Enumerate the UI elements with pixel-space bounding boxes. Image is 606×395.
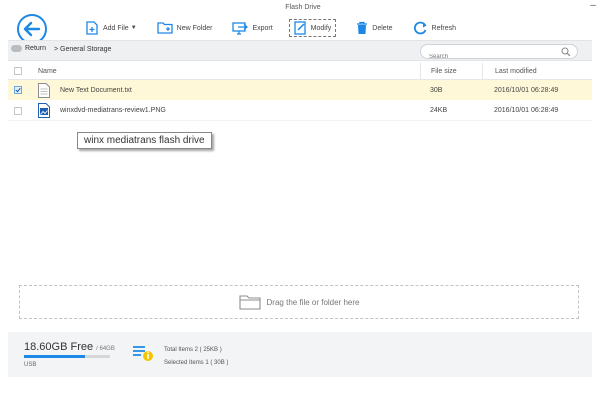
row-check-cell xyxy=(8,101,28,120)
refresh-label: Refresh xyxy=(431,24,457,32)
toolbar: Add File ▼ New Folder Export Modify Dele… xyxy=(86,17,476,39)
list-header: Name File size Last modified xyxy=(8,63,592,80)
row-checkbox[interactable] xyxy=(14,106,22,115)
return-label: Return xyxy=(25,45,47,52)
search-icon[interactable] xyxy=(561,47,571,57)
table-row[interactable]: winxdvd-mediatrans-review1.PNG 24KB 2016… xyxy=(8,101,592,121)
trash-icon xyxy=(357,21,368,34)
refresh-button[interactable]: Refresh xyxy=(413,21,457,35)
breadcrumb[interactable]: > General Storage xyxy=(54,46,111,53)
tooltip: winx mediatrans flash drive xyxy=(77,132,212,149)
select-all-cell xyxy=(8,63,28,79)
modify-button[interactable]: Modify xyxy=(288,19,337,37)
window-title: Flash Drive xyxy=(285,4,321,11)
arrow-left-icon xyxy=(23,21,41,37)
image-file-icon xyxy=(38,103,50,118)
status-bar: 18.60GB Free / 64GB USB Total Items 2 ( … xyxy=(8,332,592,377)
checkmark-icon xyxy=(15,87,21,93)
row-name: winxdvd-mediatrans-review1.PNG xyxy=(60,107,166,114)
table-row[interactable]: New Text Document.txt 30B 2016/10/01 06:… xyxy=(8,80,592,100)
new-folder-label: New Folder xyxy=(176,24,213,32)
drop-zone[interactable]: Drag the file or folder here xyxy=(19,285,579,319)
add-file-label: Add File xyxy=(103,24,129,32)
add-file-icon xyxy=(86,21,98,35)
search-input[interactable] xyxy=(421,50,551,64)
modify-label: Modify xyxy=(310,24,332,32)
refresh-icon xyxy=(413,21,427,35)
date-column-header[interactable]: Last modified xyxy=(482,63,537,79)
storage-bar xyxy=(24,355,110,358)
storage-device: USB xyxy=(24,362,37,368)
drop-zone-label: Drag the file or folder here xyxy=(266,297,360,307)
row-date: 2016/10/01 06:28:49 xyxy=(494,86,559,94)
export-icon xyxy=(232,21,249,35)
row-size: 24KB xyxy=(430,107,448,114)
delete-button[interactable]: Delete xyxy=(356,21,393,35)
delete-label: Delete xyxy=(372,24,393,32)
return-button[interactable]: Return xyxy=(11,45,46,52)
row-name: New Text Document.txt xyxy=(60,86,132,94)
new-folder-button[interactable]: New Folder xyxy=(156,22,213,34)
caret-down-icon: ▼ xyxy=(130,25,137,31)
selected-items: Selected Items 1 ( 30B ) xyxy=(164,360,229,366)
item-totals: Total Items 2 ( 25KB ) Selected Items 1 … xyxy=(164,344,228,370)
select-all-checkbox[interactable] xyxy=(14,67,22,75)
row-name-cell: winxdvd-mediatrans-review1.PNG xyxy=(38,101,166,120)
new-folder-icon xyxy=(156,22,173,34)
total-items: Total Items 2 ( 25KB ) xyxy=(164,347,222,353)
row-check-cell xyxy=(8,80,28,100)
row-name-cell: New Text Document.txt xyxy=(38,80,132,100)
text-file-icon xyxy=(38,82,50,98)
row-size: 30B xyxy=(430,86,443,94)
minimize-button[interactable]: – xyxy=(588,1,598,11)
address-bar: Return > General Storage xyxy=(8,40,592,64)
name-column-header[interactable]: Name xyxy=(38,63,57,79)
export-label: Export xyxy=(252,24,273,32)
row-checkbox[interactable] xyxy=(14,86,22,94)
storage-total: / 64GB xyxy=(96,346,115,352)
storage-bar-fill xyxy=(24,355,86,358)
modify-icon xyxy=(294,21,306,35)
add-file-button[interactable]: Add File ▼ xyxy=(86,21,137,35)
storage-free-text: 18.60GB Free xyxy=(24,341,94,353)
export-button[interactable]: Export xyxy=(232,21,273,35)
folder-outline-icon xyxy=(238,295,261,310)
size-column-header[interactable]: File size xyxy=(420,63,457,79)
row-date: 2016/10/01 06:28:49 xyxy=(494,107,559,114)
cloud-icon xyxy=(11,45,22,52)
storage-free: 18.60GB Free / 64GB xyxy=(24,341,115,353)
search-box xyxy=(420,44,578,64)
info-list-icon xyxy=(133,346,153,361)
